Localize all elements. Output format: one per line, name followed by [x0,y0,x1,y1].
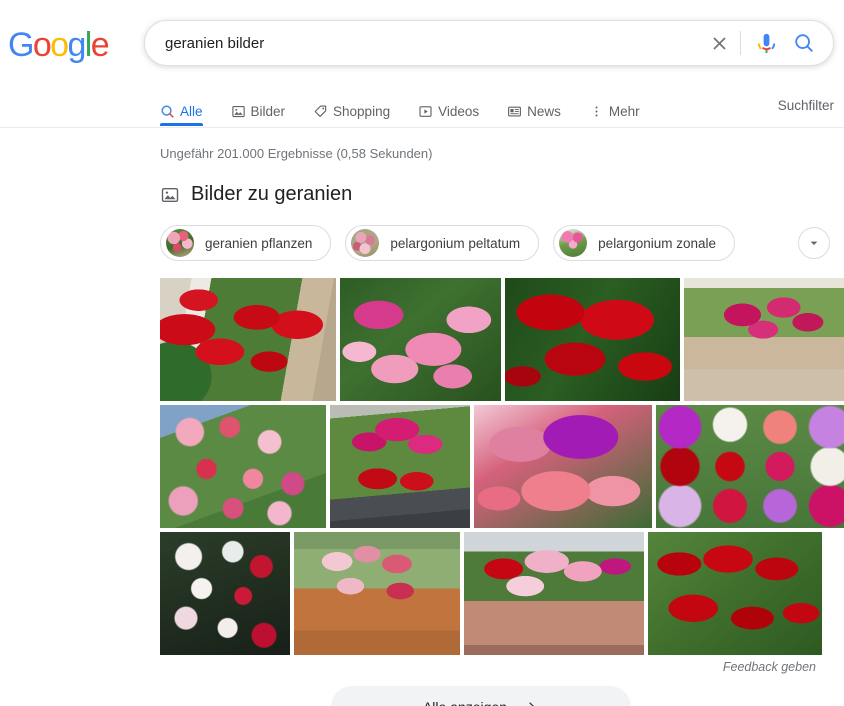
images-section-header: Bilder zu geranien [160,183,844,206]
tab-shopping[interactable]: Shopping [313,86,399,125]
video-icon [418,104,433,119]
tag-icon [313,104,328,119]
image-icon [160,185,180,205]
search-input[interactable] [145,21,700,65]
chip-geranien-pflanzen[interactable]: geranien pflanzen [160,225,332,261]
close-icon [712,36,726,50]
image-result[interactable] [340,278,501,401]
chip-thumbnail [166,229,194,257]
results-content: Ungefähr 201.000 Ergebnisse (0,58 Sekund… [0,128,844,706]
voice-search-button[interactable] [747,21,785,65]
tab-label: News [527,103,561,119]
chip-label: pelargonium peltatum [390,235,521,251]
image-result[interactable] [648,532,822,655]
tab-label: Mehr [608,103,640,119]
show-all-section: Alle anzeigen [160,686,844,706]
clear-search-button[interactable] [700,21,738,65]
page-title: Bilder zu geranien [191,183,353,205]
expand-chips-button[interactable] [798,227,830,259]
search-bar[interactable] [144,20,834,66]
chip-label: geranien pflanzen [205,235,313,251]
show-all-label: Alle anzeigen [423,699,507,706]
image-grid-row [160,532,822,655]
chip-thumbnail [351,229,380,257]
result-stats: Ungefähr 201.000 Ergebnisse (0,58 Sekund… [160,146,433,161]
news-icon [507,104,522,119]
logo-letter-0: G [8,26,34,64]
tab-videos[interactable]: Videos [418,86,488,125]
tab-news[interactable]: News [507,86,570,125]
tab-mehr[interactable]: Mehr [589,86,649,125]
image-grid-row [160,278,844,401]
arrow-right-icon [529,701,535,706]
logo-letter-2: o [50,26,69,64]
tab-label: Shopping [333,103,391,119]
tab-list: Alle Bilder Shopping Videos News Mehr [160,86,668,128]
image-result[interactable] [474,405,652,528]
search-icon [160,104,175,119]
tab-alle[interactable]: Alle [160,86,212,126]
search-submit-button[interactable] [785,21,823,65]
image-result[interactable] [464,532,644,655]
image-results-grid [160,278,844,655]
logo-letter-3: g [67,26,86,64]
more-vert-icon [589,104,604,119]
chevron-down-icon [810,241,818,245]
image-result[interactable] [684,278,844,401]
tab-label: Alle [180,103,203,119]
chip-thumbnail [559,229,588,257]
logo-letter-1: o [32,26,52,64]
search-divider [740,31,741,55]
feedback-link[interactable]: Feedback geben [160,660,844,674]
image-result[interactable] [160,532,290,655]
search-tools-button[interactable]: Suchfilter [778,98,834,113]
page-header: Google [0,0,844,86]
chip-pelargonium-peltatum[interactable]: pelargonium peltatum [345,225,540,261]
tab-bilder[interactable]: Bilder [231,86,295,125]
chip-pelargonium-zonale[interactable]: pelargonium zonale [553,225,736,261]
related-searches-chips: geranien pflanzen pelargonium peltatum p… [160,225,844,261]
logo-letter-5: e [90,26,110,64]
chip-label: pelargonium zonale [598,235,717,251]
tab-label: Videos [438,103,480,119]
show-all-button[interactable]: Alle anzeigen [331,686,631,706]
google-logo[interactable]: Google [8,26,110,64]
image-result[interactable] [160,405,326,528]
search-icon [795,34,813,52]
image-result[interactable] [330,405,470,528]
microphone-icon [757,33,775,53]
image-result[interactable] [505,278,680,401]
navigation-bar: Alle Bilder Shopping Videos News Mehr Su… [0,86,844,128]
image-result[interactable] [160,278,336,401]
image-icon [231,104,246,119]
image-grid-row [160,405,844,528]
image-result[interactable] [656,405,844,528]
tab-label: Bilder [250,103,286,119]
image-result[interactable] [294,532,460,655]
